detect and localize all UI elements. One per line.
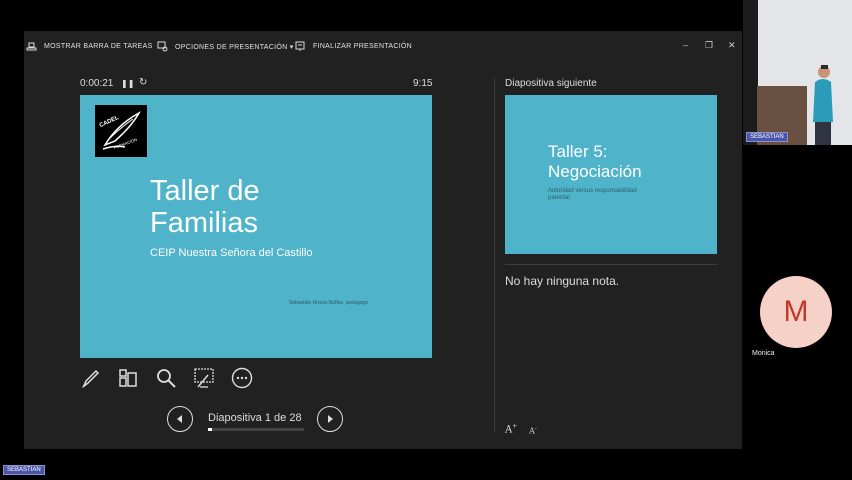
- show-taskbar-button[interactable]: MOSTRAR BARRA DE TAREAS: [26, 41, 153, 52]
- minus-icon: -: [534, 425, 537, 432]
- presentation-options-button[interactable]: OPCIONES DE PRESENTACIÓN ▾: [157, 41, 294, 52]
- person-figure: [813, 65, 833, 145]
- decrease-font-button[interactable]: A-: [529, 425, 537, 436]
- pause-icon[interactable]: ❚❚: [121, 79, 134, 88]
- end-presentation-button[interactable]: FINALIZAR PRESENTACIÓN: [295, 41, 412, 52]
- presentation-options-label: OPCIONES DE PRESENTACIÓN ▾: [175, 43, 294, 51]
- next-slide-preview[interactable]: Taller 5: Negociación Autoridad versus r…: [505, 95, 717, 254]
- next-slide-subtitle-line2: parental: [548, 195, 570, 201]
- next-slide-subtitle: Autoridad versus responsabilidad parenta…: [548, 188, 678, 202]
- end-presentation-label: FINALIZAR PRESENTACIÓN: [313, 43, 413, 50]
- slides-icon[interactable]: [117, 367, 139, 389]
- video-name-tag: SEBASTIAN: [746, 132, 788, 142]
- avatar: M: [760, 276, 832, 348]
- next-slide-title-line2: Negociación: [548, 162, 642, 181]
- cadel-logo: CADEL FORMACIÓN: [95, 105, 147, 157]
- speaker-notes[interactable]: No hay ninguna nota.: [505, 274, 619, 288]
- panel-divider: [494, 77, 495, 433]
- presenter-view: MOSTRAR BARRA DE TAREAS OPCIONES DE PRES…: [24, 31, 742, 449]
- zoom-icon[interactable]: [155, 367, 177, 389]
- slide-title-line1: Taller de: [150, 175, 260, 207]
- next-slide-subtitle-line1: Autoridad versus responsabilidad: [548, 188, 637, 194]
- slide-progress-fill: [208, 428, 212, 431]
- taskbar-icon: [26, 42, 37, 51]
- increase-font-button[interactable]: A+: [505, 423, 517, 435]
- participant-video-sebastian[interactable]: SEBASTIAN: [743, 0, 852, 145]
- participant-tile-monica[interactable]: M Monica: [743, 262, 852, 362]
- slide-title: Taller de Familias: [150, 175, 350, 239]
- close-button[interactable]: ✕: [728, 40, 736, 51]
- next-slide-title: Taller 5: Negociación: [548, 142, 698, 182]
- slide-author: Sebastián Rivera Núñez, pedagogo: [289, 300, 368, 306]
- next-slide-label: Diapositiva siguiente: [505, 78, 597, 89]
- pen-icon[interactable]: [80, 367, 102, 389]
- slide-title-line2: Familias: [150, 207, 258, 239]
- reset-timer-icon[interactable]: ↻: [139, 77, 147, 88]
- more-icon[interactable]: [231, 367, 253, 389]
- arrow-right-icon: [328, 415, 333, 423]
- laser-icon[interactable]: [193, 367, 215, 389]
- video-shadow: [743, 0, 758, 145]
- next-slide-button[interactable]: [317, 406, 343, 432]
- elapsed-timer: 0:00:21: [80, 78, 114, 89]
- options-icon: [157, 41, 168, 52]
- clock: 9:15: [413, 78, 433, 89]
- notes-divider: [505, 264, 717, 265]
- slide-subtitle: CEIP Nuestra Señora del Castillo: [150, 247, 313, 259]
- next-slide-title-line1: Taller 5:: [548, 142, 608, 161]
- feather-icon: [102, 111, 141, 150]
- restore-button[interactable]: ❐: [705, 40, 713, 51]
- arrow-left-icon: [177, 415, 182, 423]
- minimize-button[interactable]: –: [683, 40, 688, 50]
- active-speaker-tag: SEBASTIAN: [3, 465, 45, 475]
- slide-counter[interactable]: Diapositiva 1 de 28: [208, 412, 302, 424]
- presenter-toolbar: MOSTRAR BARRA DE TAREAS OPCIONES DE PRES…: [24, 37, 742, 55]
- participant-name-monica: Monica: [752, 350, 775, 357]
- previous-slide-button[interactable]: [167, 406, 193, 432]
- end-show-icon: [295, 41, 305, 51]
- plus-icon: +: [512, 423, 518, 430]
- slide-progress-bar: [208, 428, 304, 431]
- current-slide[interactable]: CADEL FORMACIÓN Taller de Familias CEIP …: [80, 95, 432, 358]
- show-taskbar-label: MOSTRAR BARRA DE TAREAS: [44, 43, 153, 50]
